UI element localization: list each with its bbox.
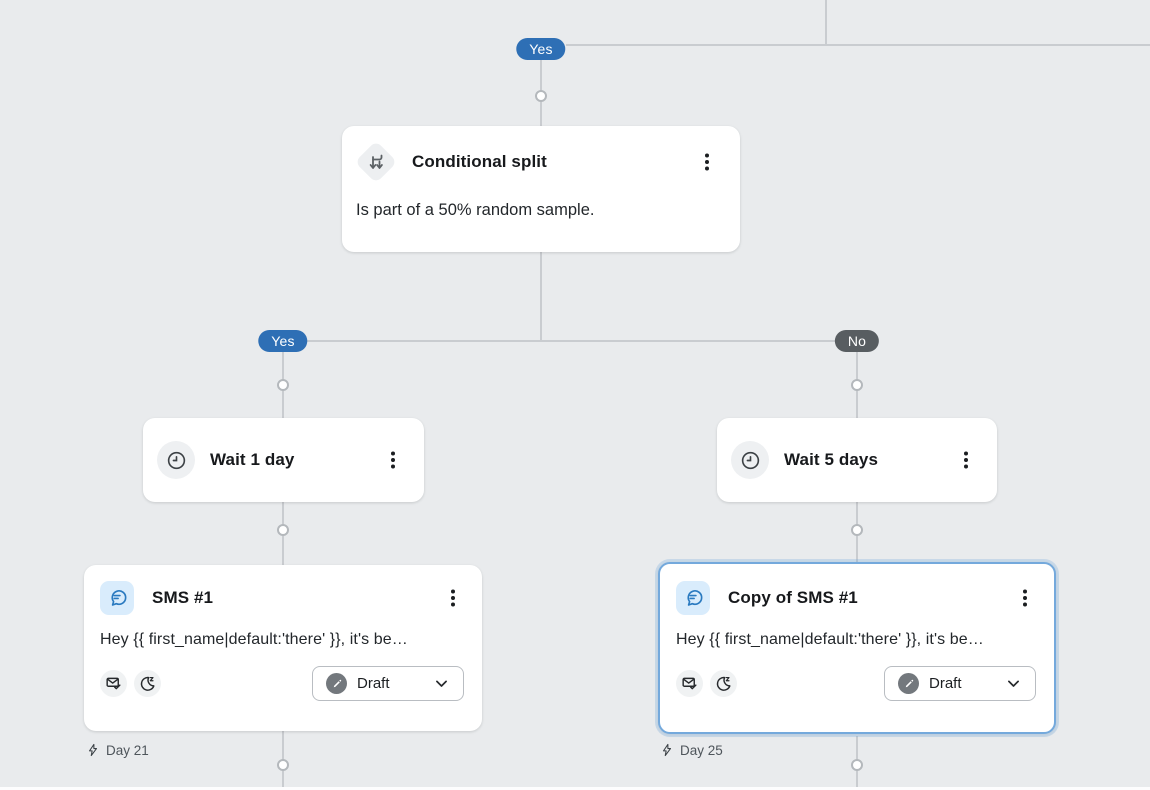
sms-message-preview: Hey {{ first_name|default:'there' }}, it…: [676, 631, 1036, 649]
conditional-split-card[interactable]: Conditional split Is part of a 50% rando…: [342, 126, 740, 252]
sms-card[interactable]: SMS #1 Hey {{ first_name|default:'there'…: [84, 565, 482, 731]
status-label: Draft: [357, 675, 421, 692]
path-badge-yes: Yes: [516, 38, 565, 60]
envelope-check-icon: [100, 670, 127, 697]
card-title: Copy of SMS #1: [728, 588, 1014, 608]
chevron-down-icon: [433, 675, 450, 692]
lightning-icon: [86, 742, 100, 758]
day-label: Day 25: [660, 742, 723, 758]
sms-message-preview: Hey {{ first_name|default:'there' }}, it…: [100, 631, 464, 649]
conditional-split-icon: [354, 140, 398, 184]
kebab-menu-icon[interactable]: [1014, 586, 1036, 610]
connector-line: [283, 340, 857, 342]
connector-node[interactable]: [851, 524, 863, 536]
card-title: SMS #1: [152, 588, 442, 608]
day-label-text: Day 21: [106, 743, 149, 758]
status-label: Draft: [929, 675, 993, 692]
connector-line: [825, 0, 827, 45]
connector-line: [540, 252, 542, 342]
clock-icon: [731, 441, 769, 479]
lightning-icon: [660, 742, 674, 758]
card-title: Wait 5 days: [784, 450, 955, 470]
card-title: Conditional split: [412, 152, 696, 172]
sms-bubble-icon: [676, 581, 710, 615]
connector-line: [566, 44, 1150, 46]
kebab-menu-icon[interactable]: [696, 150, 718, 174]
connector-node[interactable]: [277, 759, 289, 771]
kebab-menu-icon[interactable]: [955, 448, 977, 472]
status-dropdown[interactable]: Draft: [312, 666, 464, 701]
chevron-down-icon: [1005, 675, 1022, 692]
kebab-menu-icon[interactable]: [442, 586, 464, 610]
wait-card-right[interactable]: Wait 5 days: [717, 418, 997, 502]
wait-card-left[interactable]: Wait 1 day: [143, 418, 424, 502]
day-label-text: Day 25: [680, 743, 723, 758]
draft-pencil-icon: [326, 673, 347, 694]
status-dropdown[interactable]: Draft: [884, 666, 1036, 701]
sms-card-selected[interactable]: Copy of SMS #1 Hey {{ first_name|default…: [658, 562, 1056, 734]
day-label: Day 21: [86, 742, 149, 758]
quiet-hours-moon-icon: [710, 670, 737, 697]
card-title: Wait 1 day: [210, 450, 382, 470]
conditional-split-description: Is part of a 50% random sample.: [354, 201, 718, 220]
path-badge-yes: Yes: [258, 330, 307, 352]
connector-node[interactable]: [851, 379, 863, 391]
quiet-hours-moon-icon: [134, 670, 161, 697]
connector-node[interactable]: [851, 759, 863, 771]
kebab-menu-icon[interactable]: [382, 448, 404, 472]
clock-icon: [157, 441, 195, 479]
path-badge-no: No: [835, 330, 879, 352]
connector-node[interactable]: [535, 90, 547, 102]
flow-canvas: Yes Yes No Conditional split Is part of …: [0, 0, 1150, 790]
draft-pencil-icon: [898, 673, 919, 694]
sms-bubble-icon: [100, 581, 134, 615]
connector-node[interactable]: [277, 524, 289, 536]
envelope-check-icon: [676, 670, 703, 697]
connector-node[interactable]: [277, 379, 289, 391]
